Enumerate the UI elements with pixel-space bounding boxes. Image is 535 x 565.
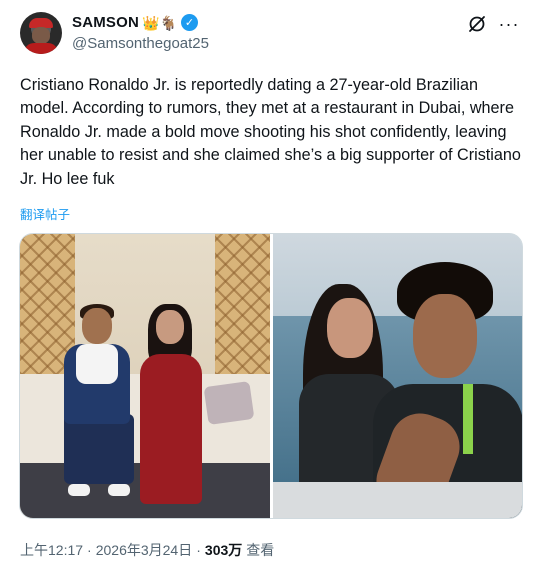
woman-head <box>156 310 184 344</box>
more-options-icon[interactable]: ··· <box>499 14 519 34</box>
person-shirt <box>76 344 118 384</box>
cushion <box>203 380 254 426</box>
author-display-name[interactable]: SAMSON <box>72 14 139 31</box>
tweet-header: SAMSON 👑🐐 ✓ @Samsonthegoat25 ··· <box>20 12 519 56</box>
lattice-panel-right <box>214 234 270 374</box>
media-grid <box>19 233 523 519</box>
grok-icon[interactable] <box>467 14 487 34</box>
meta-separator: · <box>196 542 201 558</box>
author-name-row[interactable]: SAMSON 👑🐐 ✓ <box>72 14 198 31</box>
woman-dress <box>140 354 202 504</box>
vest-strip <box>462 384 473 454</box>
post-time[interactable]: 上午12:17 <box>20 540 83 560</box>
translate-post-link[interactable]: 翻译帖子 <box>20 204 70 223</box>
verified-badge-icon[interactable]: ✓ <box>180 14 198 31</box>
person-head <box>82 308 112 344</box>
woman-face <box>326 298 373 358</box>
meta-separator: · <box>87 542 92 558</box>
shoe-left <box>68 484 90 496</box>
author-name-emojis: 👑🐐 <box>142 14 177 31</box>
avatar-face <box>32 27 50 44</box>
shoe-right <box>108 484 130 496</box>
avatar[interactable] <box>20 12 62 54</box>
views-label: 查看 <box>246 542 275 558</box>
photo-couple-sofa[interactable] <box>20 234 270 518</box>
boy-face <box>412 294 477 378</box>
avatar-shirt <box>24 43 58 54</box>
post-date[interactable]: 2026年3月24日 <box>96 540 193 560</box>
person-legs <box>64 414 134 484</box>
boat-deck <box>272 482 522 518</box>
views-count: 303万 <box>204 542 243 558</box>
photo-couple-sea[interactable] <box>272 234 522 518</box>
author-handle[interactable]: @Samsonthegoat25 <box>72 35 209 52</box>
tweet-meta: 上午12:17 · 2026年3月24日 · 303万 查看 <box>20 540 274 560</box>
tweet-text: Cristiano Ronaldo Jr. is reportedly dati… <box>20 76 521 188</box>
